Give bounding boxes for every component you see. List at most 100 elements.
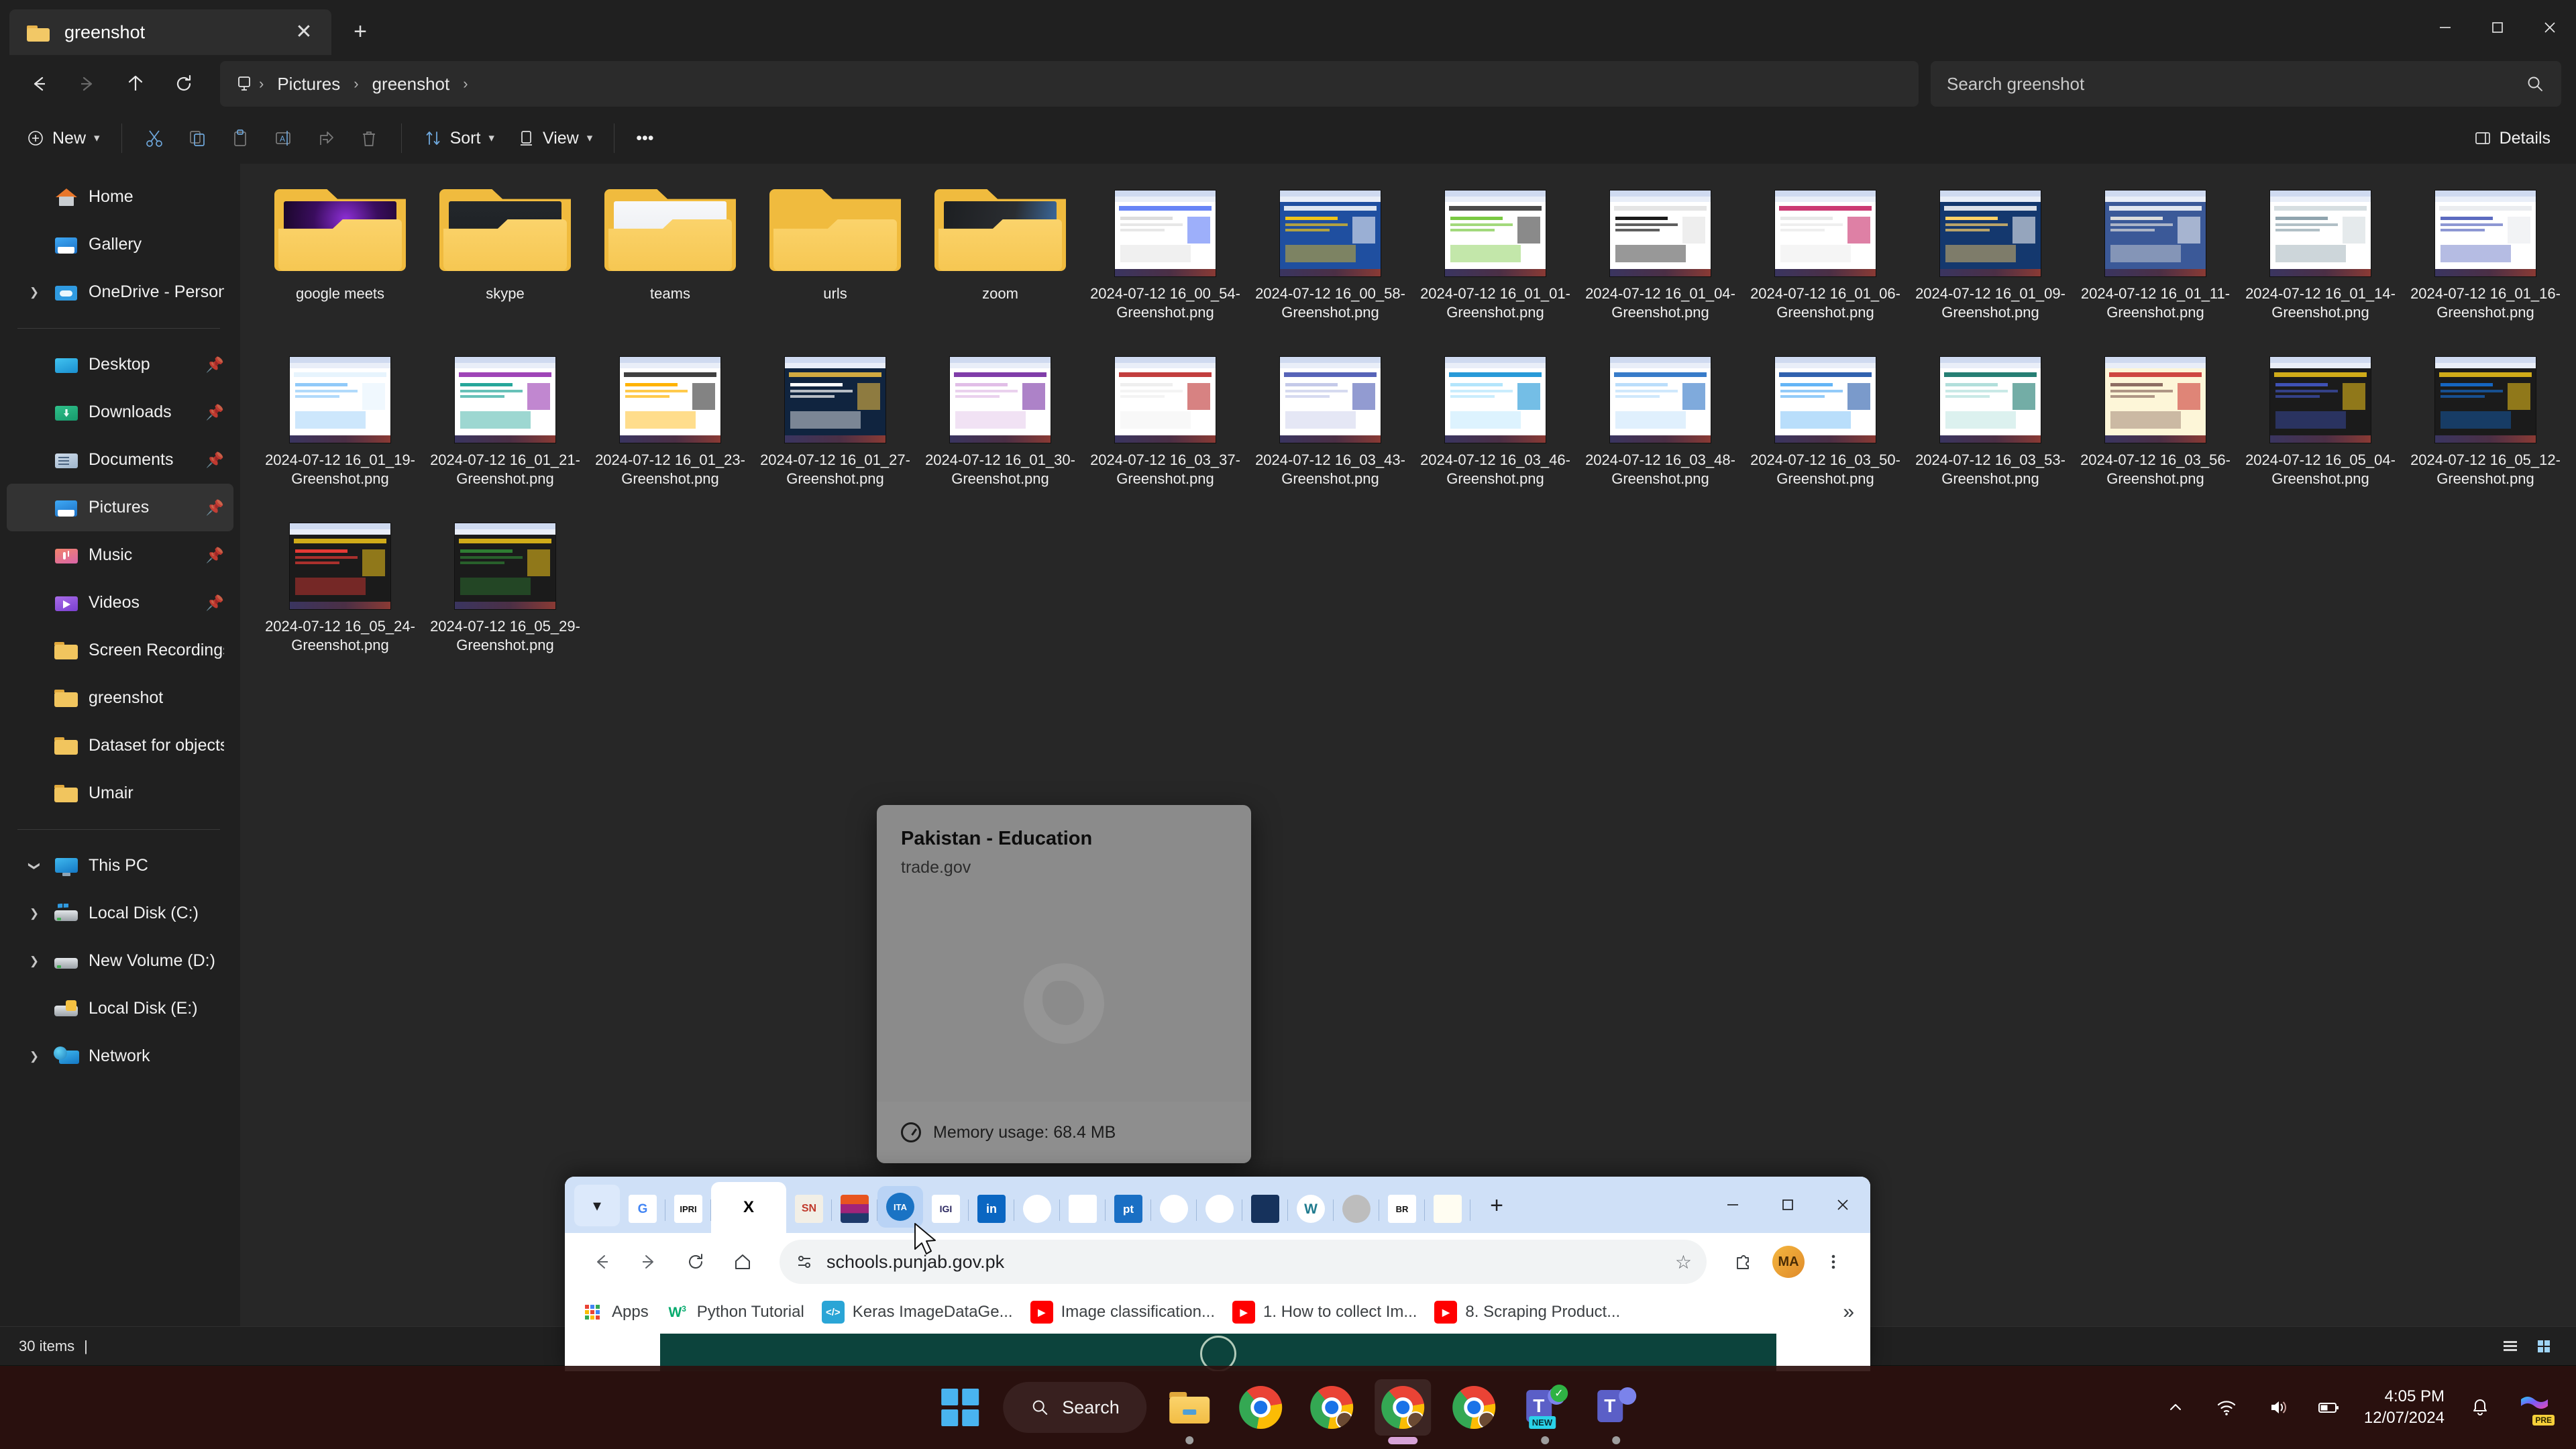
chrome-tab[interactable]: G (620, 1185, 665, 1233)
chrome-tab[interactable]: X (711, 1182, 786, 1233)
chrome-home-button[interactable] (720, 1240, 765, 1284)
file-item[interactable]: 2024-07-12 16_01_27-Greenshot.png (753, 347, 918, 514)
tab-search-chevron-icon[interactable]: ▾ (574, 1185, 620, 1226)
sidebar-item-videos[interactable]: ❯Videos📌 (7, 579, 233, 627)
wifi-icon[interactable] (2211, 1392, 2242, 1423)
file-item[interactable]: 2024-07-12 16_01_19-Greenshot.png (258, 347, 423, 514)
chrome-close-button[interactable] (1815, 1177, 1870, 1233)
sidebar-item-network[interactable]: ❯ Network (7, 1032, 233, 1080)
details-pane-button[interactable]: Details (2463, 118, 2560, 158)
sidebar-item-documents[interactable]: ❯Documents📌 (7, 436, 233, 484)
chrome-tab[interactable]: SN (786, 1185, 832, 1233)
chrome-tab[interactable] (1334, 1185, 1379, 1233)
copilot-icon[interactable]: PRE (2516, 1391, 2555, 1426)
sidebar-item-downloads[interactable]: ❯Downloads📌 (7, 388, 233, 436)
taskbar-item-chrome-1[interactable] (1232, 1379, 1289, 1436)
chevron-right-icon[interactable]: ❯ (24, 286, 44, 299)
sidebar-item-dataset-for-objects[interactable]: ❯Dataset for objects( (7, 722, 233, 769)
sidebar-item-this-pc[interactable]: ❯ This PC (7, 842, 233, 890)
paste-button[interactable] (220, 118, 260, 158)
extensions-puzzle-icon[interactable] (1721, 1240, 1766, 1284)
chrome-tab[interactable] (1060, 1185, 1106, 1233)
file-item[interactable]: 2024-07-12 16_01_21-Greenshot.png (423, 347, 588, 514)
sidebar-item-local-disk-e[interactable]: ❯Local Disk (E:) (7, 985, 233, 1032)
file-item[interactable]: 2024-07-12 16_03_48-Greenshot.png (1578, 347, 1743, 514)
pin-icon[interactable]: 📌 (206, 404, 224, 421)
sidebar-item-new-volume-d[interactable]: ❯ New Volume (D:) (7, 937, 233, 985)
details-view-toggle[interactable] (2497, 1334, 2524, 1358)
file-item[interactable]: 2024-07-12 16_01_04-Greenshot.png (1578, 181, 1743, 347)
pin-icon[interactable]: 📌 (206, 356, 224, 374)
start-button[interactable] (932, 1379, 988, 1436)
bell-icon[interactable] (2465, 1392, 2496, 1423)
large-icons-view-toggle[interactable] (2530, 1334, 2557, 1358)
sidebar-item-music[interactable]: ❯Music📌 (7, 531, 233, 579)
sidebar-item-local-disk-c[interactable]: ❯ Local Disk (C:) (7, 890, 233, 937)
minimize-button[interactable] (2419, 0, 2471, 55)
close-window-button[interactable] (2524, 0, 2576, 55)
search-icon[interactable] (2525, 74, 2545, 94)
chrome-tab[interactable] (1151, 1185, 1197, 1233)
taskbar-item-chrome-2[interactable] (1303, 1379, 1360, 1436)
file-item[interactable]: 2024-07-12 16_05_04-Greenshot.png (2238, 347, 2403, 514)
file-item[interactable]: 2024-07-12 16_01_23-Greenshot.png (588, 347, 753, 514)
file-item[interactable]: 2024-07-12 16_03_37-Greenshot.png (1083, 347, 1248, 514)
sort-button[interactable]: Sort ▾ (414, 118, 504, 158)
chrome-back-button[interactable] (580, 1240, 624, 1284)
file-item[interactable]: 2024-07-12 16_03_50-Greenshot.png (1743, 347, 1908, 514)
file-item[interactable]: 2024-07-12 16_01_09-Greenshot.png (1908, 181, 2073, 347)
sidebar-item-home[interactable]: ❯Home (7, 173, 233, 221)
chrome-menu-kebab-icon[interactable] (1811, 1240, 1856, 1284)
chrome-new-tab-button[interactable]: + (1477, 1186, 1516, 1225)
sidebar-item-pictures[interactable]: ❯Pictures📌 (7, 484, 233, 531)
file-item[interactable]: 2024-07-12 16_00_54-Greenshot.png (1083, 181, 1248, 347)
chrome-tab[interactable]: W (1288, 1185, 1334, 1233)
forward-button[interactable] (63, 60, 111, 108)
taskbar-item-chrome-3[interactable] (1374, 1379, 1431, 1444)
taskbar-item-chrome-4[interactable] (1446, 1379, 1502, 1436)
taskbar-item-teams-new[interactable]: T NEW ✓ (1517, 1379, 1573, 1444)
volume-icon[interactable] (2262, 1392, 2293, 1423)
bookmarks-overflow-button[interactable]: » (1843, 1301, 1854, 1324)
view-button[interactable]: View ▾ (506, 118, 602, 158)
file-item[interactable]: 2024-07-12 16_01_01-Greenshot.png (1413, 181, 1578, 347)
bookmark-item[interactable]: ▶ 1. How to collect Im... (1232, 1301, 1417, 1324)
sidebar-item-umair[interactable]: ❯Umair (7, 769, 233, 817)
new-tab-button[interactable]: + (341, 12, 380, 51)
chrome-reload-button[interactable] (674, 1240, 718, 1284)
chrome-tab[interactable]: pt (1106, 1185, 1151, 1233)
sidebar-item-gallery[interactable]: ❯Gallery (7, 221, 233, 268)
delete-button[interactable] (349, 118, 389, 158)
bookmark-item[interactable]: ▶ 8. Scraping Product... (1434, 1301, 1620, 1324)
sidebar-item-desktop[interactable]: ❯Desktop📌 (7, 341, 233, 388)
explorer-tab-greenshot[interactable]: greenshot ✕ (9, 9, 331, 55)
file-item[interactable]: 2024-07-12 16_03_56-Greenshot.png (2073, 347, 2238, 514)
taskbar-clock[interactable]: 4:05 PM 12/07/2024 (2364, 1386, 2445, 1429)
chrome-tab[interactable]: in (969, 1185, 1014, 1233)
file-item[interactable]: 2024-07-12 16_01_16-Greenshot.png (2403, 181, 2568, 347)
file-item[interactable]: 2024-07-12 16_03_43-Greenshot.png (1248, 347, 1413, 514)
file-item[interactable]: 2024-07-12 16_05_12-Greenshot.png (2403, 347, 2568, 514)
folder-item[interactable]: skype (423, 181, 588, 347)
share-button[interactable] (306, 118, 346, 158)
copy-button[interactable] (177, 118, 217, 158)
chevron-right-icon[interactable]: ❯ (24, 907, 44, 920)
address-bar[interactable]: › Pictures › greenshot › (220, 61, 1919, 107)
file-item[interactable]: 2024-07-12 16_01_11-Greenshot.png (2073, 181, 2238, 347)
file-item[interactable]: 2024-07-12 16_01_06-Greenshot.png (1743, 181, 1908, 347)
chevron-right-icon[interactable]: ❯ (24, 1050, 44, 1063)
chrome-minimize-button[interactable] (1705, 1177, 1760, 1233)
folder-item[interactable]: teams (588, 181, 753, 347)
chrome-tab[interactable] (1197, 1185, 1242, 1233)
tray-overflow-chevron-icon[interactable] (2160, 1392, 2191, 1423)
taskbar-item-teams[interactable]: T (1588, 1379, 1644, 1444)
file-item[interactable]: 2024-07-12 16_01_14-Greenshot.png (2238, 181, 2403, 347)
chrome-tab[interactable]: ITA (877, 1186, 923, 1228)
chrome-maximize-button[interactable] (1760, 1177, 1815, 1233)
folder-item[interactable]: zoom (918, 181, 1083, 347)
battery-icon[interactable] (2313, 1392, 2344, 1423)
file-item[interactable]: 2024-07-12 16_00_58-Greenshot.png (1248, 181, 1413, 347)
search-box[interactable] (1931, 61, 2561, 107)
pin-icon[interactable]: 📌 (206, 547, 224, 564)
site-settings-tune-icon[interactable] (794, 1252, 814, 1272)
